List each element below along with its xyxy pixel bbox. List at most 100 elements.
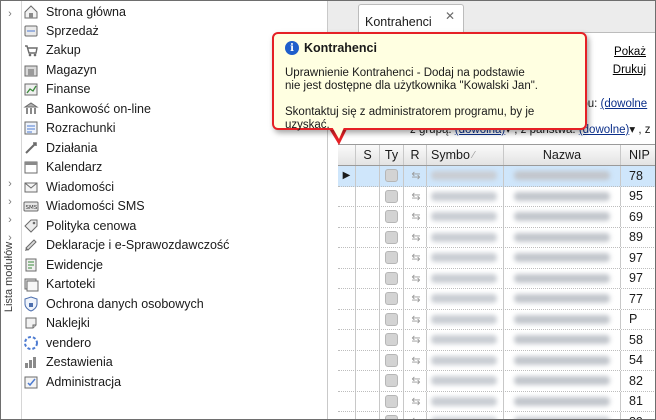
- chevron-right-icon[interactable]: ›: [5, 179, 15, 190]
- column-header-nip[interactable]: NIP: [621, 145, 655, 165]
- module-item-settlements[interactable]: Rozrachunki: [23, 118, 323, 137]
- cell-s: [356, 371, 380, 391]
- module-item-declarations[interactable]: Deklaracje i e-Sprawozdawczość: [23, 235, 323, 254]
- exchange-icon: ⇆: [411, 211, 420, 224]
- contractor-type-icon: [385, 230, 398, 244]
- redacted-symbol: [431, 171, 497, 181]
- home-icon: [23, 4, 39, 20]
- grid-header: S Ty R Symbo ⁄ Nazwa NIP: [338, 145, 655, 166]
- contractor-type-icon: [385, 169, 398, 183]
- redacted-name: [514, 294, 610, 304]
- table-row[interactable]: ⇆ 95: [338, 186, 655, 207]
- table-row[interactable]: ⇆ 97: [338, 248, 655, 269]
- table-row[interactable]: ⇆ P: [338, 309, 655, 330]
- module-item-pricing[interactable]: Polityka cenowa: [23, 216, 323, 235]
- cell-name: [504, 412, 621, 419]
- envelope-icon: [23, 179, 39, 195]
- chevron-down-icon[interactable]: ▾: [505, 124, 511, 136]
- exchange-icon: ⇆: [411, 334, 420, 347]
- cell-name: [504, 330, 621, 350]
- contractor-type-icon: [385, 394, 398, 408]
- cell-s: [356, 166, 380, 186]
- module-item-administration[interactable]: Administracja: [23, 372, 323, 391]
- table-row[interactable]: ⇆ 89: [338, 227, 655, 248]
- exchange-icon: ⇆: [411, 190, 420, 203]
- table-row[interactable]: ⇆ 97: [338, 268, 655, 289]
- table-row[interactable]: ⇆ 77: [338, 289, 655, 310]
- column-header-s[interactable]: S: [356, 145, 380, 165]
- cell-r: ⇆: [404, 268, 427, 288]
- chevron-right-icon[interactable]: ›: [5, 215, 15, 226]
- module-item-data-protection[interactable]: Ochrona danych osobowych: [23, 294, 323, 313]
- close-icon[interactable]: ✕: [445, 9, 455, 23]
- chevron-down-icon[interactable]: ▾: [629, 124, 635, 136]
- contractors-grid: S Ty R Symbo ⁄ Nazwa NIP ▶ ⇆ 78 ⇆ 95 ⇆ 69 ⇆ 89 ⇆ 97…: [338, 144, 655, 419]
- column-header-name[interactable]: Nazwa: [504, 145, 621, 165]
- group-country-filter: z grupą: (dowolna)▾ , z państwa: (dowoln…: [410, 122, 650, 136]
- country-filter-label: , z państwa:: [514, 124, 576, 136]
- country-filter-select[interactable]: (dowolne): [579, 124, 630, 136]
- cell-s: [356, 227, 380, 247]
- module-item-cards[interactable]: Kartoteki: [23, 274, 323, 293]
- exchange-icon: ⇆: [411, 272, 420, 285]
- cell-name: [504, 309, 621, 329]
- exchange-icon: ⇆: [411, 375, 420, 388]
- print-link[interactable]: Drukuj: [613, 61, 646, 79]
- group-filter-select[interactable]: (dowolna): [455, 124, 506, 136]
- column-header-r[interactable]: R: [404, 145, 427, 165]
- module-item-sales[interactable]: Sprzedaż: [23, 21, 323, 40]
- show-link[interactable]: Pokaż: [613, 43, 646, 61]
- row-indicator: [338, 289, 356, 309]
- module-item-reports[interactable]: Zestawienia: [23, 352, 323, 371]
- table-row[interactable]: ⇆ 58: [338, 330, 655, 351]
- module-item-home[interactable]: Strona główna: [23, 2, 323, 21]
- module-list: Strona główna Sprzedaż Zakup Magazyn Fin…: [23, 1, 328, 419]
- cell-ty: [380, 371, 404, 391]
- tab-contractors[interactable]: Kontrahenci ✕: [358, 4, 464, 33]
- row-indicator: [338, 330, 356, 350]
- table-row[interactable]: ⇆ 82: [338, 371, 655, 392]
- cell-nip: 54: [629, 353, 643, 368]
- table-row[interactable]: ⇆ 69: [338, 207, 655, 228]
- table-row[interactable]: ⇆ 81: [338, 391, 655, 412]
- column-header-ty[interactable]: Ty: [380, 145, 404, 165]
- type-filter-select[interactable]: (dowolne: [601, 98, 648, 110]
- module-item-actions[interactable]: Działania: [23, 138, 323, 157]
- module-list-strip[interactable]: › › › › › Lista modułów: [1, 1, 22, 419]
- cell-ty: [380, 412, 404, 419]
- column-header-symbol[interactable]: Symbo ⁄: [427, 145, 504, 165]
- exchange-icon: ⇆: [411, 293, 420, 306]
- cell-ty: [380, 186, 404, 206]
- declarations-icon: [23, 237, 39, 253]
- module-item-vendero[interactable]: vendero: [23, 333, 323, 352]
- cell-s: [356, 207, 380, 227]
- pricing-icon: [23, 218, 39, 234]
- cell-s: [356, 391, 380, 411]
- cell-nip: 78: [629, 168, 643, 183]
- cell-nip: 95: [629, 189, 643, 204]
- module-item-bank[interactable]: Bankowość on-line: [23, 99, 323, 118]
- table-row[interactable]: ▶ ⇆ 78: [338, 166, 655, 187]
- contractor-type-icon: [385, 251, 398, 265]
- module-item-finance[interactable]: Finanse: [23, 79, 323, 98]
- redacted-symbol: [431, 396, 497, 406]
- cell-name: [504, 268, 621, 288]
- module-item-purchase[interactable]: Zakup: [23, 40, 323, 59]
- table-row[interactable]: ⇆ 54: [338, 350, 655, 371]
- module-item-warehouse[interactable]: Magazyn: [23, 60, 323, 79]
- cell-s: [356, 289, 380, 309]
- module-item-sms[interactable]: SMS Wiadomości SMS: [23, 196, 323, 215]
- module-item-registers[interactable]: Ewidencje: [23, 255, 323, 274]
- chevron-right-icon[interactable]: ›: [5, 9, 15, 20]
- more-filter-label: , z: [638, 124, 651, 136]
- module-item-calendar[interactable]: Kalendarz: [23, 157, 323, 176]
- cell-symbol: [427, 350, 504, 370]
- chevron-right-icon[interactable]: ›: [5, 197, 15, 208]
- module-item-messages[interactable]: Wiadomości: [23, 177, 323, 196]
- table-row[interactable]: ⇆ 89: [338, 412, 655, 419]
- row-pointer-icon: ▶: [342, 170, 351, 182]
- contractor-type-icon: [385, 333, 398, 347]
- module-item-stickers[interactable]: Naklejki: [23, 313, 323, 332]
- cell-ty: [380, 227, 404, 247]
- module-list-label[interactable]: Lista modułów: [3, 231, 19, 323]
